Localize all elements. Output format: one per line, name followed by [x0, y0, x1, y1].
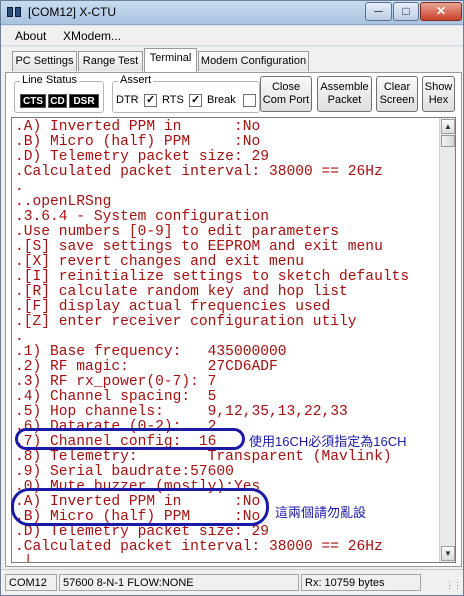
menu-about[interactable]: About	[15, 29, 46, 43]
line-status-title: Line Status	[20, 74, 80, 86]
close-port-label-1: Close	[271, 81, 301, 93]
minimize-button[interactable]: ─	[365, 2, 392, 21]
close-button[interactable]: ✕	[420, 2, 462, 21]
tab-range-test[interactable]: Range Test	[78, 51, 143, 71]
dsr-indicator: DSR	[69, 94, 99, 108]
break-label: Break	[207, 94, 236, 106]
maximize-button[interactable]: □	[393, 2, 419, 21]
menu-bar: About XModem...	[1, 26, 463, 46]
terminal-line: .	[15, 179, 24, 195]
vertical-scrollbar[interactable]: ▲ ▼	[439, 118, 455, 562]
terminal-line: .1) Base frequency: 435000000	[15, 344, 287, 360]
terminal-line: .[R] calculate random key and hop list	[15, 284, 348, 300]
annotation-circle-ppm-settings	[11, 488, 269, 526]
terminal-line: ..openLRSng	[15, 194, 112, 210]
check-icon: ✓	[146, 94, 156, 106]
annotation-note-ppm-settings: 這兩個請勿亂設	[275, 505, 367, 520]
close-com-port-button[interactable]: Close Com Port	[260, 76, 312, 112]
assert-group: Assert DTR ✓ RTS ✓ Break	[112, 74, 260, 113]
break-checkbox[interactable]	[243, 94, 256, 107]
line-status-group: Line Status CTS CD DSR	[14, 74, 104, 113]
close-icon: ✕	[435, 4, 447, 18]
clear-screen-button[interactable]: Clear Screen	[376, 76, 418, 112]
status-bar: COM12 57600 8-N-1 FLOW:NONE Rx: 10759 by…	[1, 569, 463, 595]
tab-terminal[interactable]: Terminal	[144, 48, 197, 72]
terminal-line: .9) Serial baudrate:57600	[15, 464, 234, 480]
tab-pc-settings[interactable]: PC Settings	[12, 51, 77, 71]
terminal-line: .D) Telemetry packet size: 29	[15, 149, 269, 165]
terminal-line: .[F] display actual frequencies used	[15, 299, 331, 315]
terminal-line: .4) Channel spacing: 5	[15, 389, 217, 405]
terminal-line: .Calculated packet interval: 38000 == 26…	[15, 164, 383, 180]
terminal-line: .[S] save settings to EEPROM and exit me…	[15, 239, 383, 255]
terminal-line: .[X] revert changes and exit menu	[15, 254, 305, 270]
resize-grip-icon[interactable]: ⋮⋮	[445, 580, 462, 591]
terminal-line: .D) Telemetry packet size: 29	[15, 524, 269, 540]
rts-checkbox[interactable]: ✓	[189, 94, 202, 107]
assemble-label-2: Packet	[327, 94, 362, 106]
scroll-thumb[interactable]	[441, 135, 455, 147]
terminal-line: .	[15, 329, 24, 345]
assemble-packet-button[interactable]: Assemble Packet	[317, 76, 372, 112]
cd-indicator: CD	[48, 94, 67, 108]
assert-title: Assert	[118, 74, 154, 86]
status-port: COM12	[5, 574, 57, 591]
annotation-circle-channel-config	[15, 428, 245, 450]
dtr-checkbox[interactable]: ✓	[144, 94, 157, 107]
check-icon: ✓	[191, 94, 201, 106]
scroll-down-icon[interactable]: ▼	[441, 546, 455, 561]
terminal-line: .B) Micro (half) PPM :No	[15, 134, 261, 150]
main-window: [COM12] X-CTU ─ □ ✕ About XModem... PC S…	[0, 0, 464, 596]
status-settings: 57600 8-N-1 FLOW:NONE	[59, 574, 299, 591]
terminal-line: .Use numbers [0-9] to edit parameters	[15, 224, 340, 240]
terminal-line: .5) Hop channels: 9,12,35,13,22,33	[15, 404, 348, 420]
scroll-up-icon[interactable]: ▲	[441, 119, 455, 134]
terminal-line: .8) Telemetry: Transparent (Mavlink)	[15, 449, 392, 465]
cts-indicator: CTS	[20, 94, 46, 108]
close-port-label-2: Com Port	[262, 94, 310, 106]
menu-xmodem[interactable]: XModem...	[63, 29, 121, 43]
annotation-note-channel-config: 使用16CH必須指定為16CH	[249, 434, 407, 449]
dtr-label: DTR	[116, 94, 139, 106]
terminal-line: .[Z] enter receiver configuration utily	[15, 314, 357, 330]
clear-label-2: Screen	[379, 94, 415, 106]
clear-label-1: Clear	[383, 81, 411, 93]
tab-modem-configuration[interactable]: Modem Configuration	[198, 51, 309, 71]
terminal-line: .2) RF magic: 27CD6ADF	[15, 359, 278, 375]
show-hex-label-2: Hex	[428, 94, 449, 106]
terminal-line: .|	[15, 554, 33, 563]
terminal-line: .3.6.4 - System configuration	[15, 209, 269, 225]
show-hex-label-1: Show	[424, 81, 453, 93]
maximize-icon: □	[402, 4, 410, 18]
terminal-line: .A) Inverted PPM in :No	[15, 119, 261, 135]
rts-label: RTS	[162, 94, 184, 106]
terminal-line: .3) RF rx_power(0-7): 7	[15, 374, 217, 390]
app-icon	[6, 5, 22, 19]
title-bar[interactable]: [COM12] X-CTU ─ □ ✕	[1, 1, 463, 25]
terminal-line: .[I] reinitialize settings to sketch def…	[15, 269, 410, 285]
assemble-label-1: Assemble	[320, 81, 369, 93]
show-hex-button[interactable]: Show Hex	[422, 76, 455, 112]
status-rx-bytes: Rx: 10759 bytes	[301, 574, 421, 591]
window-title: [COM12] X-CTU	[28, 5, 117, 19]
minimize-icon: ─	[374, 4, 383, 18]
terminal-line: .Calculated packet interval: 38000 == 26…	[15, 539, 383, 555]
